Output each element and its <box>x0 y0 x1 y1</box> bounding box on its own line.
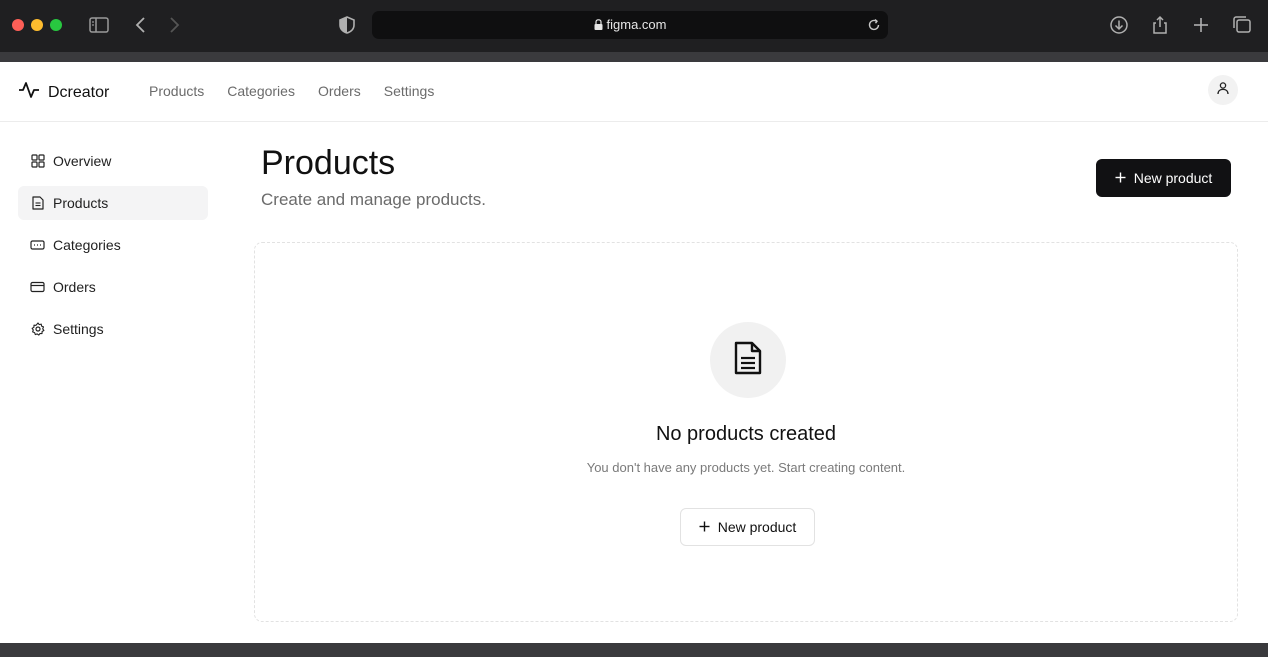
document-icon <box>30 196 45 211</box>
page-subtitle: Create and manage products. <box>261 190 486 209</box>
grid-icon <box>30 154 45 169</box>
empty-state-title: No products created <box>655 423 837 445</box>
sidebar-item-settings[interactable]: Settings <box>18 312 208 346</box>
sidebar-item-label: Products <box>53 195 109 211</box>
empty-state: No products created You don't have any p… <box>254 242 1238 622</box>
sidebar-item-label: Orders <box>53 279 96 295</box>
topnav-categories[interactable]: Categories <box>227 83 295 99</box>
address-bar[interactable]: figma.com <box>372 11 888 39</box>
user-icon <box>1216 81 1230 100</box>
app-header: Dcreator Products Categories Orders Sett… <box>0 62 1268 122</box>
browser-divider <box>0 52 1268 62</box>
new-product-button-label: New product <box>1133 170 1213 186</box>
sidebar-item-label: Overview <box>53 153 112 169</box>
new-product-button[interactable]: New product <box>1096 159 1231 197</box>
user-avatar[interactable] <box>1208 75 1238 105</box>
minimize-window-button[interactable] <box>31 19 43 31</box>
topnav-orders[interactable]: Orders <box>318 83 361 99</box>
sidebar-item-categories[interactable]: Categories <box>18 228 208 262</box>
app-window: Dcreator Products Categories Orders Sett… <box>0 62 1268 643</box>
sidebar-item-overview[interactable]: Overview <box>18 144 208 178</box>
browser-bottom-bar <box>0 643 1268 657</box>
top-navigation: Products Categories Orders Settings <box>149 83 434 99</box>
reload-icon[interactable] <box>866 17 882 33</box>
close-window-button[interactable] <box>12 19 24 31</box>
card-icon <box>30 280 45 295</box>
plus-icon <box>1115 170 1126 186</box>
brand-name: Dcreator <box>48 83 110 101</box>
activity-icon <box>18 80 40 105</box>
sidebar: Overview Products Categories Orders Sett… <box>18 144 208 354</box>
lock-icon <box>594 18 603 33</box>
document-icon <box>733 341 763 380</box>
sidebar-item-label: Categories <box>53 237 121 253</box>
empty-state-icon-circle <box>710 322 786 398</box>
page-title: Products <box>261 144 396 182</box>
brand[interactable]: Dcreator <box>18 80 109 105</box>
tab-overview-icon[interactable] <box>1231 14 1253 36</box>
topnav-settings[interactable]: Settings <box>384 83 435 99</box>
tag-icon <box>30 238 45 253</box>
empty-state-button-label: New product <box>717 519 797 535</box>
shield-icon[interactable] <box>336 14 358 36</box>
plus-icon <box>699 519 710 535</box>
share-icon[interactable] <box>1149 14 1171 36</box>
gear-icon <box>30 322 45 337</box>
url-text: figma.com <box>606 17 667 32</box>
back-icon[interactable] <box>130 14 152 36</box>
zoom-window-button[interactable] <box>50 19 62 31</box>
download-icon[interactable] <box>1108 14 1130 36</box>
sidebar-item-label: Settings <box>53 321 104 337</box>
empty-state-description: You don't have any products yet. Start c… <box>586 460 906 475</box>
browser-toolbar: figma.com <box>0 0 1268 52</box>
empty-state-new-product-button[interactable]: New product <box>680 508 815 546</box>
sidebar-toggle-icon[interactable] <box>88 14 110 36</box>
forward-icon[interactable] <box>163 14 185 36</box>
sidebar-item-products[interactable]: Products <box>18 186 208 220</box>
topnav-products[interactable]: Products <box>149 83 204 99</box>
new-tab-icon[interactable] <box>1190 14 1212 36</box>
sidebar-item-orders[interactable]: Orders <box>18 270 208 304</box>
